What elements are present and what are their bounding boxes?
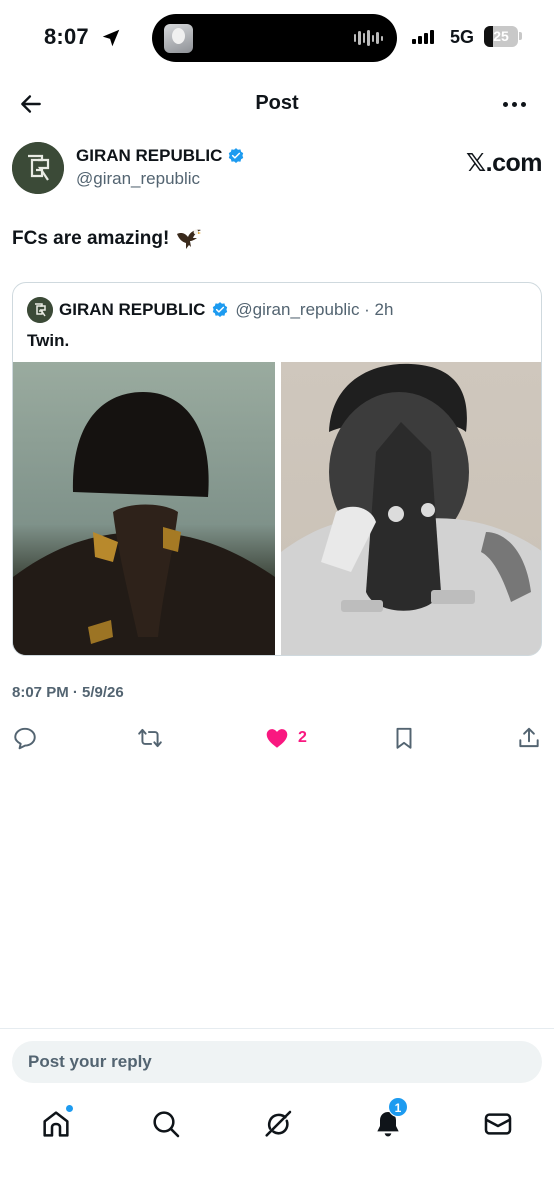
location-arrow-icon bbox=[102, 29, 120, 47]
post-timestamp[interactable]: 8:07 PM · 5/9/26 bbox=[12, 684, 124, 701]
media-image-right[interactable] bbox=[281, 362, 541, 655]
battery-percent: 25 bbox=[493, 28, 509, 44]
battery-tip bbox=[519, 32, 522, 40]
share-icon bbox=[519, 727, 539, 748]
giran-monogram-logo-small bbox=[27, 297, 53, 323]
author-name: GIRAN REPUBLIC bbox=[76, 146, 223, 165]
now-playing-artwork bbox=[164, 24, 193, 53]
status-time: 8:07 bbox=[44, 24, 89, 49]
notification-badge: 1 bbox=[388, 1097, 408, 1117]
repost-icon bbox=[138, 728, 162, 748]
home-new-indicator bbox=[65, 1104, 74, 1113]
praying-man-bw-photo bbox=[281, 363, 541, 655]
reply-icon bbox=[14, 727, 36, 750]
tab-notifications[interactable]: 1 bbox=[372, 1097, 408, 1140]
post-body: FCs are amazing! bbox=[12, 228, 170, 249]
search-icon bbox=[153, 1111, 180, 1138]
grok-icon bbox=[265, 1110, 292, 1137]
timestamp-text: 8:07 PM · 5/9/26 bbox=[12, 684, 124, 701]
more-options-icon[interactable] bbox=[503, 102, 526, 107]
reply-input[interactable] bbox=[12, 1041, 542, 1083]
quoted-post[interactable]: GIRAN REPUBLIC @giran_republic · 2h Twin… bbox=[12, 282, 542, 656]
heart-filled-icon bbox=[266, 729, 288, 748]
quoted-media-grid bbox=[13, 362, 541, 655]
like-count: 2 bbox=[298, 729, 307, 746]
quoted-author-meta: @giran_republic · 2h bbox=[235, 300, 394, 319]
reply-divider bbox=[0, 1028, 554, 1029]
tab-home[interactable] bbox=[40, 1104, 74, 1140]
author-handle[interactable]: @giran_republic bbox=[76, 169, 200, 189]
author-name-row[interactable]: GIRAN REPUBLIC bbox=[76, 146, 245, 166]
status-bar: 8:07 5G 25 bbox=[0, 0, 554, 76]
quoted-post-header: GIRAN REPUBLIC @giran_republic · 2h bbox=[27, 297, 393, 323]
bookmark-icon bbox=[396, 727, 412, 749]
bookmark-button[interactable] bbox=[391, 722, 417, 754]
praying-figure-dark-photo bbox=[13, 392, 275, 655]
mail-icon bbox=[484, 1113, 512, 1135]
media-image-left[interactable] bbox=[13, 362, 275, 655]
eagle-emoji-icon bbox=[177, 229, 202, 249]
post-header: Post bbox=[0, 78, 554, 130]
giran-monogram-logo bbox=[12, 142, 64, 194]
post-actions: 2 bbox=[0, 722, 554, 754]
tab-bar: 1 bbox=[0, 1097, 554, 1150]
page-title: Post bbox=[255, 92, 299, 114]
battery-icon: 25 bbox=[484, 26, 518, 47]
dynamic-island[interactable] bbox=[152, 14, 397, 62]
x-com-logo: 𝕏.com bbox=[466, 149, 543, 177]
tab-search[interactable] bbox=[150, 1108, 182, 1140]
network-type: 5G bbox=[450, 27, 475, 47]
quoted-post-text: Twin. bbox=[27, 331, 70, 350]
cellular-signal-icon bbox=[412, 28, 434, 44]
tab-grok[interactable] bbox=[262, 1108, 294, 1140]
quoted-author-avatar bbox=[27, 297, 53, 323]
reply-button[interactable] bbox=[12, 722, 38, 754]
quoted-verified-badge-icon bbox=[213, 302, 228, 317]
repost-button[interactable] bbox=[137, 722, 163, 754]
author-avatar[interactable] bbox=[12, 142, 64, 194]
tab-messages[interactable] bbox=[482, 1108, 514, 1140]
audio-waveform-icon bbox=[353, 29, 383, 47]
quoted-author-name: GIRAN REPUBLIC bbox=[59, 300, 206, 319]
like-button[interactable]: 2 bbox=[264, 722, 307, 754]
post-author: GIRAN REPUBLIC @giran_republic 𝕏.com bbox=[12, 142, 543, 196]
verified-badge-icon bbox=[229, 148, 244, 163]
share-button[interactable] bbox=[516, 722, 542, 754]
post-text: FCs are amazing! bbox=[12, 226, 203, 252]
